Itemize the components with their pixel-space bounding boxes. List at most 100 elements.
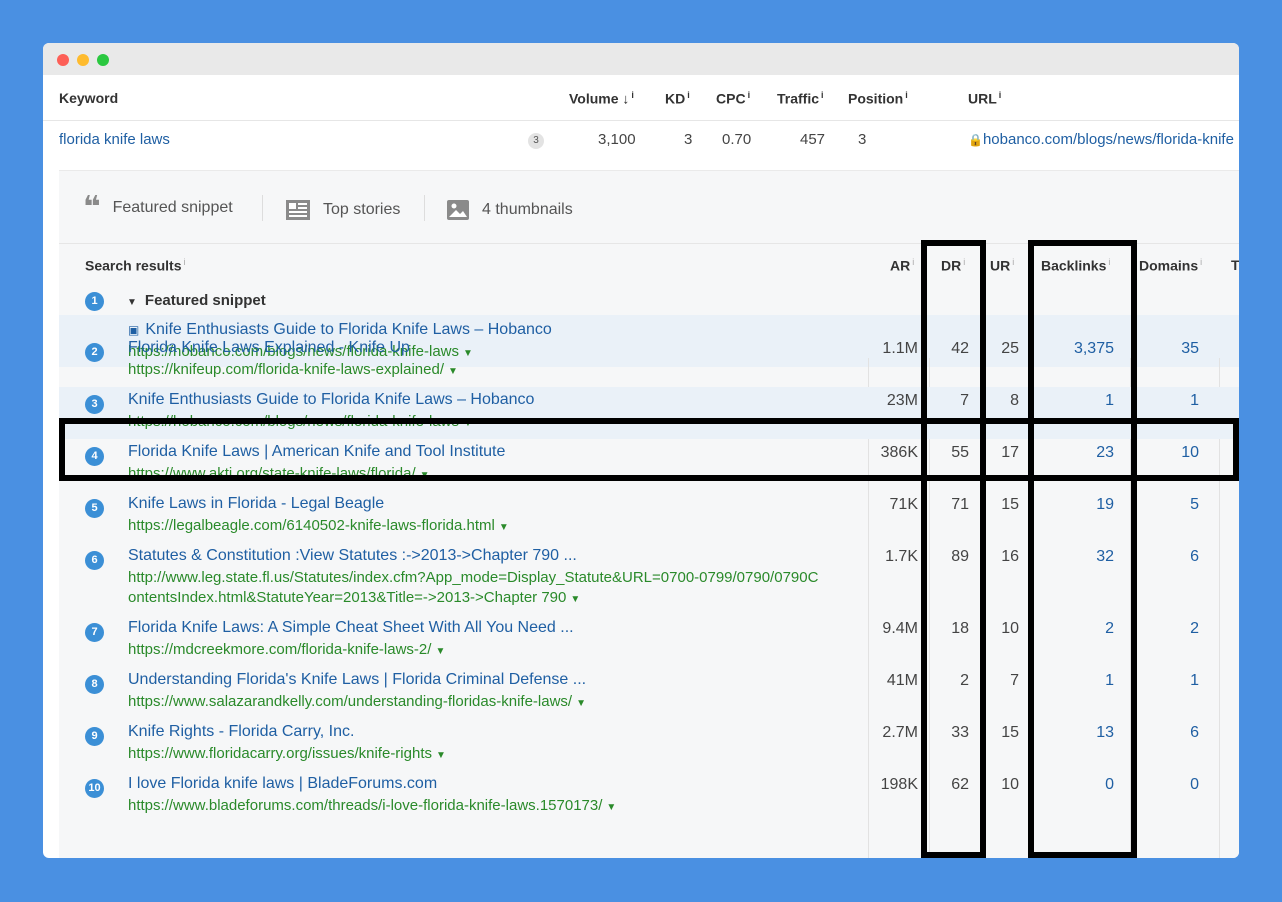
domains-value[interactable]: 2 xyxy=(1190,620,1199,638)
result-title-link[interactable]: Florida Knife Laws | American Knife and … xyxy=(128,443,505,461)
result-url-link[interactable]: https://www.salazarandkelly.com/understa… xyxy=(128,692,586,714)
info-icon[interactable]: i xyxy=(687,90,690,100)
backlinks-value[interactable]: 0 xyxy=(1105,776,1114,794)
top-stories-feature[interactable]: Top stories xyxy=(285,199,400,221)
info-icon[interactable]: i xyxy=(905,90,908,100)
info-icon[interactable]: i xyxy=(1012,257,1014,267)
ur-value: 15 xyxy=(1001,724,1019,741)
info-icon[interactable]: i xyxy=(963,257,965,267)
image-icon xyxy=(447,200,469,220)
domains-value[interactable]: 1 xyxy=(1190,672,1199,690)
result-url-link[interactable]: https://mdcreekmore.com/florida-knife-la… xyxy=(128,640,445,662)
result-url-continued[interactable]: ontentsIndex.html&StatuteYear=2013&Title… xyxy=(128,588,580,610)
result-url-link[interactable]: https://www.floridacarry.org/issues/knif… xyxy=(128,744,446,766)
result-title-link[interactable]: Florida Knife Laws: A Simple Cheat Sheet… xyxy=(128,619,574,637)
ar-value: 9.4M xyxy=(882,620,918,637)
volume-header[interactable]: Volume ↓ i xyxy=(569,90,634,107)
caret-down-icon[interactable]: ▼ xyxy=(435,646,445,657)
t-header[interactable]: T xyxy=(1231,257,1239,273)
info-icon[interactable]: i xyxy=(821,90,824,100)
result-title-link[interactable]: Understanding Florida's Knife Laws | Flo… xyxy=(128,671,586,689)
result-row: 10 I love Florida knife laws | BladeForum… xyxy=(59,771,1239,823)
caret-down-icon[interactable]: ▼ xyxy=(448,366,458,377)
url-header[interactable]: URL i xyxy=(968,90,1001,107)
serp-count-badge[interactable]: 3 xyxy=(528,133,544,149)
featured-snippet-toggle[interactable]: ▼ Featured snippet xyxy=(127,292,266,309)
domains-value[interactable]: 6 xyxy=(1190,548,1199,566)
caret-down-icon[interactable]: ▼ xyxy=(499,522,509,533)
traffic-header[interactable]: Traffic i xyxy=(777,90,824,107)
ur-header[interactable]: UR i xyxy=(990,257,1014,274)
result-url: https://knifeup.com/florida-knife-laws-e… xyxy=(128,361,444,378)
caret-down-icon[interactable]: ▼ xyxy=(436,750,446,761)
domains-value[interactable]: 35 xyxy=(1181,340,1199,358)
backlinks-value[interactable]: 3,375 xyxy=(1074,340,1114,358)
maximize-window-button[interactable] xyxy=(97,54,109,66)
backlinks-value[interactable]: 32 xyxy=(1096,548,1114,566)
result-title-link[interactable]: Florida Knife Laws Explained - Knife Up xyxy=(128,339,410,357)
kd-value: 3 xyxy=(684,131,693,148)
result-url-link[interactable]: https://knifeup.com/florida-knife-laws-e… xyxy=(128,360,458,382)
minimize-window-button[interactable] xyxy=(77,54,89,66)
cpc-header[interactable]: CPC i xyxy=(716,90,750,107)
close-window-button[interactable] xyxy=(57,54,69,66)
info-icon[interactable]: i xyxy=(1200,257,1202,267)
caret-down-icon[interactable]: ▼ xyxy=(576,698,586,709)
dr-value: 2 xyxy=(960,672,969,689)
info-icon[interactable]: i xyxy=(999,90,1002,100)
domains-header[interactable]: Domains i xyxy=(1139,257,1202,274)
serp-features-bar: ❝ Featured snippet Top stories 4 thumbna… xyxy=(59,171,1239,244)
caret-down-icon[interactable]: ▼ xyxy=(606,802,616,813)
caret-down-icon[interactable]: ▼ xyxy=(463,418,473,429)
result-title-link[interactable]: Statutes & Constitution :View Statutes :… xyxy=(128,547,577,565)
result-url-link[interactable]: https://www.akti.org/state-knife-laws/fl… xyxy=(128,464,430,486)
result-url-link[interactable]: https://hobanco.com/blogs/news/florida-k… xyxy=(128,412,473,434)
ar-value: 386K xyxy=(880,444,918,461)
backlinks-value[interactable]: 23 xyxy=(1096,444,1114,462)
result-row: 2 Florida Knife Laws Explained - Knife Up… xyxy=(59,335,1239,387)
keyword-header[interactable]: Keyword xyxy=(59,90,118,106)
result-url-link[interactable]: http://www.leg.state.fl.us/Statutes/inde… xyxy=(128,568,818,588)
backlinks-value[interactable]: 1 xyxy=(1105,392,1114,410)
result-title-link[interactable]: Knife Rights - Florida Carry, Inc. xyxy=(128,723,354,741)
backlinks-value[interactable]: 1 xyxy=(1105,672,1114,690)
result-row: 8 Understanding Florida's Knife Laws | Fl… xyxy=(59,667,1239,719)
featured-snippet-feature[interactable]: ❝ Featured snippet xyxy=(83,193,233,223)
result-url: https://hobanco.com/blogs/news/florida-k… xyxy=(128,413,459,430)
result-url: https://legalbeagle.com/6140502-knife-la… xyxy=(128,517,495,534)
rank-badge: 6 xyxy=(85,551,104,570)
ar-value: 1.7K xyxy=(885,548,918,565)
kd-header[interactable]: KD i xyxy=(665,90,690,107)
info-icon[interactable]: i xyxy=(912,257,914,267)
result-title-link[interactable]: Knife Laws in Florida - Legal Beagle xyxy=(128,495,384,513)
info-icon[interactable]: i xyxy=(184,257,186,267)
caret-down-icon[interactable]: ▼ xyxy=(570,594,580,605)
dr-value: 18 xyxy=(951,620,969,637)
ranking-url-link[interactable]: 🔒hobanco.com/blogs/news/florida-knife xyxy=(968,131,1234,148)
ar-header[interactable]: AR i xyxy=(890,257,914,274)
backlinks-value[interactable]: 19 xyxy=(1096,496,1114,514)
backlinks-value[interactable]: 13 xyxy=(1096,724,1114,742)
ur-value: 17 xyxy=(1001,444,1019,461)
position-header[interactable]: Position i xyxy=(848,90,908,107)
info-icon[interactable]: i xyxy=(631,90,634,100)
result-title-link[interactable]: Knife Enthusiasts Guide to Florida Knife… xyxy=(128,391,534,409)
result-url-link[interactable]: https://legalbeagle.com/6140502-knife-la… xyxy=(128,516,509,538)
domains-value[interactable]: 10 xyxy=(1181,444,1199,462)
info-icon[interactable]: i xyxy=(1108,257,1110,267)
domains-value[interactable]: 0 xyxy=(1190,776,1199,794)
result-url-link[interactable]: https://www.bladeforums.com/threads/i-lo… xyxy=(128,796,616,818)
domains-value[interactable]: 5 xyxy=(1190,496,1199,514)
result-title-link[interactable]: I love Florida knife laws | BladeForums.… xyxy=(128,775,437,793)
domains-value[interactable]: 6 xyxy=(1190,724,1199,742)
featured-snippet-label: Featured snippet xyxy=(144,292,266,309)
thumbnails-feature[interactable]: 4 thumbnails xyxy=(446,199,573,221)
dr-header[interactable]: DR i xyxy=(941,257,965,274)
backlinks-value[interactable]: 2 xyxy=(1105,620,1114,638)
domains-value[interactable]: 1 xyxy=(1190,392,1199,410)
keyword-link[interactable]: florida knife laws xyxy=(59,131,170,148)
backlinks-header[interactable]: Backlinks i xyxy=(1041,257,1110,274)
ur-value: 15 xyxy=(1001,496,1019,513)
caret-down-icon[interactable]: ▼ xyxy=(420,470,430,481)
info-icon[interactable]: i xyxy=(748,90,751,100)
